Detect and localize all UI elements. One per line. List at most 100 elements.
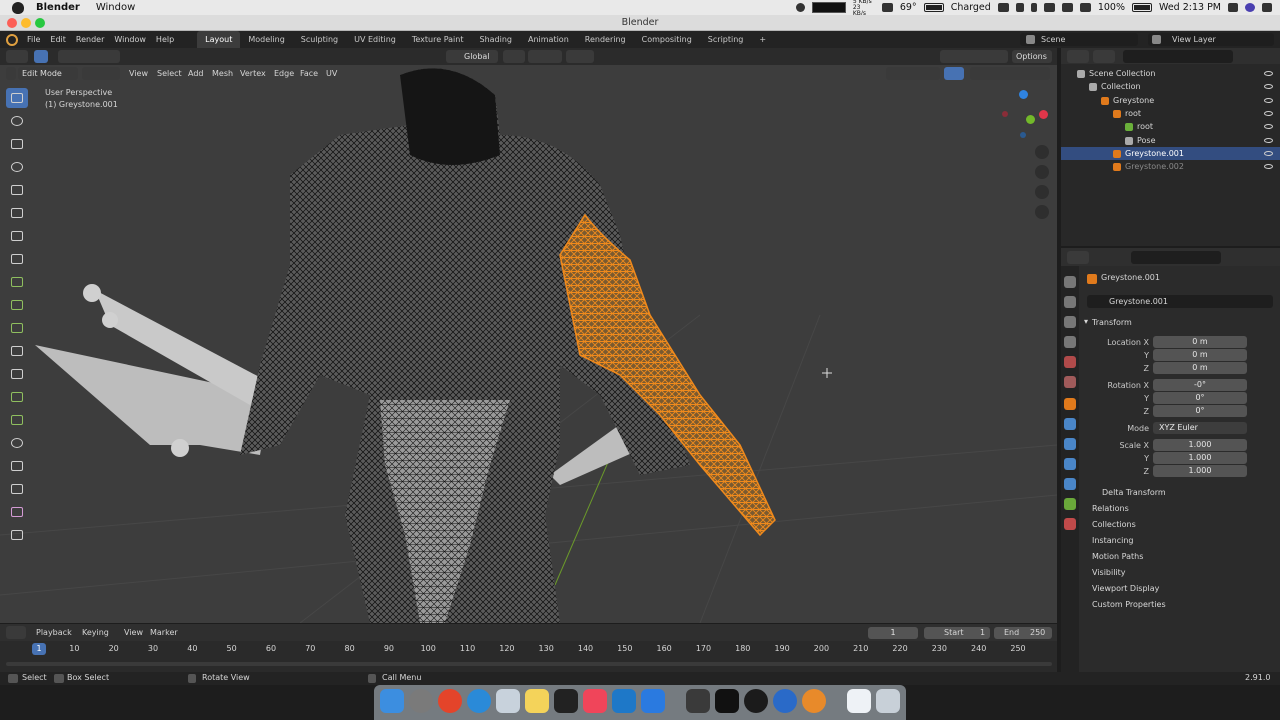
visibility-gizmo-buttons[interactable] [886,67,940,80]
notes-icon[interactable] [525,689,549,713]
eye-icon[interactable] [1264,84,1273,90]
outliner-row[interactable]: Pose [1061,134,1280,147]
music-icon[interactable] [583,689,607,713]
selection-mode-buttons[interactable] [58,50,120,63]
viewport-menu-vertex[interactable]: Vertex [240,69,266,78]
timeline-scrollbar[interactable] [6,662,1052,666]
record-icon[interactable] [795,3,805,12]
smooth-tool-icon[interactable] [6,433,28,453]
menubar-search-field[interactable] [811,2,846,13]
eye-icon[interactable] [1264,71,1273,76]
timeline-menu-marker[interactable]: Marker [150,628,178,637]
view-layer-tab-icon[interactable] [1064,336,1076,348]
app-menu[interactable]: Blender [36,2,80,13]
add-workspace-button[interactable]: + [751,31,774,48]
launchpad-icon[interactable] [409,689,433,713]
orientation-dropdown[interactable]: Global [446,50,498,63]
relations-panel[interactable]: Relations [1092,504,1129,513]
vscode-icon[interactable] [612,689,636,713]
physics-tab-icon[interactable] [1064,458,1076,470]
tab-compositing[interactable]: Compositing [634,31,700,48]
timeline-editor-type-icon[interactable] [6,626,26,639]
scale-y-field[interactable]: 1.000 [1153,452,1247,464]
eye-icon[interactable] [1264,124,1273,130]
scale-tool-icon[interactable] [6,180,28,200]
notification-center-icon[interactable] [1262,3,1272,12]
inset-tool-icon[interactable] [6,295,28,315]
transform-panel-title[interactable]: Transform [1092,318,1132,327]
eye-icon[interactable] [1264,164,1273,170]
scene-tab-icon[interactable] [1064,356,1076,368]
user-icon[interactable] [1228,3,1238,12]
tab-rendering[interactable]: Rendering [577,31,634,48]
timeline-menu-keying[interactable]: Keying [82,628,109,637]
outliner-row[interactable]: Greystone.002 [1061,160,1280,173]
tab-sculpting[interactable]: Sculpting [293,31,346,48]
airplay-icon[interactable] [1043,3,1055,12]
tab-layout[interactable]: Layout [197,31,241,48]
instancing-panel[interactable]: Instancing [1092,536,1133,545]
delta-transform-panel[interactable]: Delta Transform [1102,488,1166,497]
chrome-icon[interactable] [438,689,462,713]
rip-tool-icon[interactable] [6,525,28,545]
scene-selector[interactable]: Scene [1020,33,1138,46]
particles-tab-icon[interactable] [1064,438,1076,450]
gizmo-z-axis[interactable] [1019,90,1028,99]
object-tab-icon[interactable] [1064,398,1076,410]
move-tool-icon[interactable] [6,134,28,154]
world-tab-icon[interactable] [1064,376,1076,388]
playback-controls[interactable] [468,626,578,639]
custom-properties-panel[interactable]: Custom Properties [1092,600,1166,609]
material-tab-icon[interactable] [1064,518,1076,530]
gizmo-neg-x[interactable] [1002,111,1008,117]
network-app-icon[interactable] [773,689,797,713]
location-x-field[interactable]: 0 m [1153,336,1247,348]
data-tab-icon[interactable] [1064,498,1076,510]
navigation-gizmo[interactable] [1000,89,1050,139]
zoom-window-icon[interactable] [35,18,45,28]
outliner-row[interactable]: root [1061,120,1280,133]
measure-tool-icon[interactable] [6,249,28,269]
terminal-icon[interactable] [554,689,578,713]
transform-collapse-icon[interactable]: ▾ [1084,317,1088,326]
overlay-toggle-icon[interactable] [944,67,964,80]
shear-tool-icon[interactable] [6,502,28,522]
safari-icon[interactable] [467,689,491,713]
tab-modeling[interactable]: Modeling [240,31,292,48]
tab-texture-paint[interactable]: Texture Paint [404,31,472,48]
3d-cursor-icon[interactable] [822,368,832,378]
viewport-display-panel[interactable]: Viewport Display [1092,584,1159,593]
poly-build-tool-icon[interactable] [6,387,28,407]
extrude-tool-icon[interactable] [6,272,28,292]
scale-z-field[interactable]: 1.000 [1153,465,1247,477]
tab-animation[interactable]: Animation [520,31,577,48]
mirror-xyz-buttons[interactable] [940,50,1008,63]
pivot-icon[interactable] [503,50,525,63]
menu-render[interactable]: Render [71,35,109,44]
properties-editor-type-icon[interactable] [1067,251,1089,264]
render-tab-icon[interactable] [1064,296,1076,308]
outliner-row[interactable]: root [1061,107,1280,120]
end-frame-field[interactable]: End 250 [994,627,1052,639]
app-store-icon[interactable] [641,689,665,713]
pan-hand-icon[interactable] [1035,165,1049,179]
loop-cut-tool-icon[interactable] [6,341,28,361]
eye-icon[interactable] [1264,110,1273,116]
perspective-grid-icon[interactable] [1035,205,1049,219]
shading-mode-buttons[interactable] [970,67,1050,80]
display-mode-icon[interactable] [1093,50,1115,63]
properties-search-field[interactable] [1131,251,1221,264]
gizmo-x-axis[interactable] [1039,110,1048,119]
transform-tool-icon[interactable] [6,203,28,223]
motion-paths-panel[interactable]: Motion Paths [1092,552,1143,561]
constraints-tab-icon[interactable] [1064,478,1076,490]
trash-icon[interactable] [876,689,900,713]
annotate-tool-icon[interactable] [6,226,28,246]
outliner-row[interactable]: Greystone [1061,94,1280,107]
snap-icon[interactable] [528,50,562,63]
outliner-row[interactable]: Collection [1061,80,1280,93]
location-y-field[interactable]: 0 m [1153,349,1247,361]
location-z-field[interactable]: 0 m [1153,362,1247,374]
select-mode-buttons[interactable] [82,67,120,80]
edge-slide-tool-icon[interactable] [6,456,28,476]
